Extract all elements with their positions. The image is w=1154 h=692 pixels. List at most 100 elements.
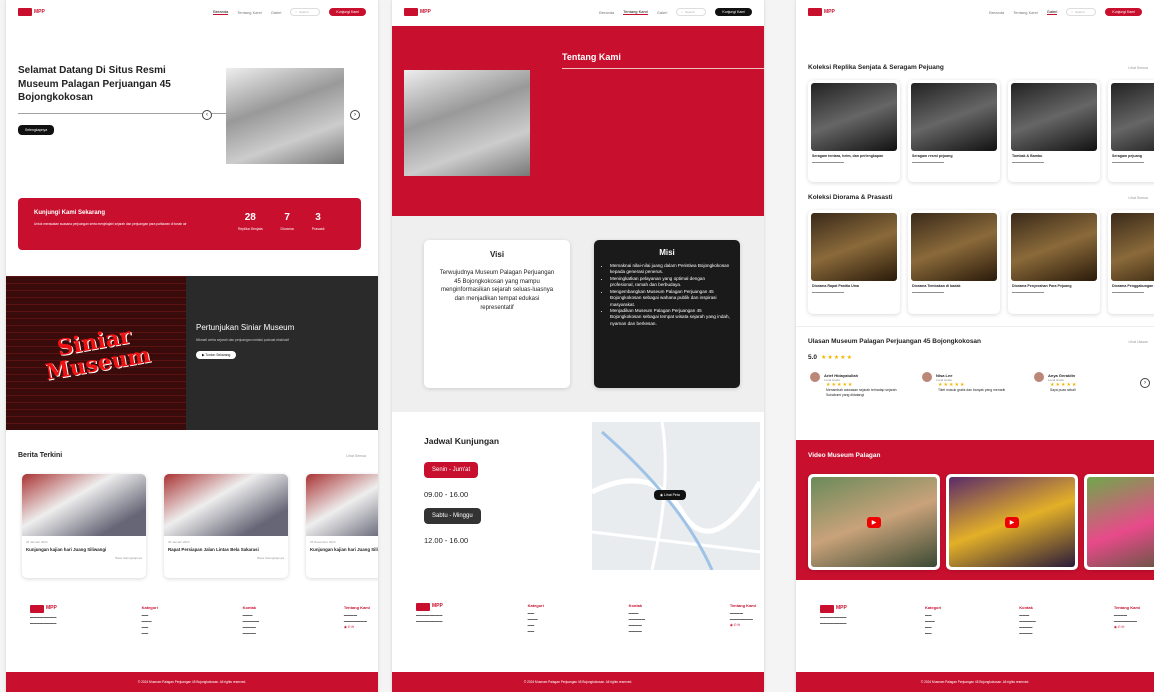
collection-card[interactable]: Seragam tentara, helm, dan perlengkapan ▬… — [808, 80, 900, 182]
hero-title: Selamat Datang Di Situs Resmi Museum Pal… — [18, 65, 171, 103]
news-card[interactable]: 25 Januari 2024 Rapat Persiapan Jalan Lin… — [164, 474, 288, 578]
diorama-card[interactable]: Diorama Tembakan di badak ▬▬▬▬▬▬▬▬▬▬ — [908, 210, 1000, 314]
collection-image — [911, 83, 997, 151]
footer-copyright: © 2024 Museum Palagan Perjuangan 45 Bojo… — [392, 672, 764, 692]
about-text: ▬▬▬▬▬▬▬▬▬▬▬▬▬▬▬▬▬▬▬▬▬▬▬▬▬▬▬▬▬▬▬▬▬▬▬▬▬▬▬▬… — [562, 66, 764, 70]
podcast-badge: Siniar Museum — [43, 322, 153, 386]
diorama-name: Diorama Penggabungan — [1112, 284, 1154, 288]
collection-image — [811, 83, 897, 151]
news-read-more[interactable]: Baca Selengkapnya — [168, 556, 284, 560]
navbar: MPP Beranda Tentang Kami Galeri ⌕ Search … — [6, 0, 378, 24]
diorama-image — [811, 213, 897, 281]
review-text: Tiket masuk gratis dan banyak yang menar… — [938, 388, 1006, 392]
podcast-section: Siniar Museum Pertunjukan Siniar Museum … — [6, 276, 378, 430]
footer-col2-title: Kontak — [242, 605, 257, 610]
play-icon[interactable]: ▶ — [1004, 516, 1020, 528]
diorama-more-link[interactable]: Lihat Semua — [1128, 196, 1148, 200]
diorama-card[interactable]: Diorama Penggabungan ▬▬▬▬▬▬▬▬▬▬ — [1108, 210, 1154, 314]
diorama-card[interactable]: Diorama Penyerahan Para Pejuang ▬▬▬▬▬▬▬▬▬… — [1008, 210, 1100, 314]
footer-col3-title: Tentang Kami — [343, 605, 370, 610]
site-logo[interactable]: MPP — [808, 8, 835, 16]
stat-item: 28 Replika Senjata — [238, 212, 263, 231]
footer-col2-title: Kontak — [628, 603, 643, 608]
weapons-title: Koleksi Replika Senjata & Seragam Pejuan… — [808, 64, 944, 71]
footer-brand: MPP ▬▬▬▬▬▬▬▬ ▬▬▬▬▬▬▬▬ — [416, 602, 443, 623]
nav-galeri[interactable]: Galeri — [657, 10, 668, 15]
stat-label: Replika Senjata — [238, 227, 263, 231]
video-card[interactable] — [1084, 474, 1154, 570]
footer-brand: MPP ▬▬▬▬▬▬▬▬ ▬▬▬▬▬▬▬▬ — [820, 604, 847, 625]
weekday-hours: 09.00 - 16.00 — [424, 490, 469, 499]
diorama-desc: ▬▬▬▬▬▬▬▬▬▬ — [912, 290, 944, 294]
video-card[interactable]: ▶ — [946, 474, 1078, 570]
visit-button[interactable]: Kunjungi Kami — [715, 8, 752, 16]
schedule-title: Jadwal Kunjungan — [424, 436, 500, 446]
rating-value: 5.0 — [808, 354, 818, 361]
avatar — [1034, 372, 1044, 382]
reviews-next-icon[interactable]: › — [1140, 378, 1150, 388]
play-icon[interactable]: ▶ — [866, 516, 882, 528]
visit-banner: Kunjungi Kami Sekarang Untuk merasakan s… — [18, 198, 361, 250]
collection-card[interactable]: Seragam resmi pejuang ▬▬▬▬▬▬▬▬▬▬ — [908, 80, 1000, 182]
nav-beranda[interactable]: Beranda — [599, 10, 614, 15]
search-input[interactable]: ⌕ Search — [676, 8, 707, 16]
podcast-image: Siniar Museum — [6, 276, 186, 430]
stat-number: 3 — [315, 212, 321, 223]
podcast-button[interactable]: ▶ Tonton Sekarang — [196, 350, 237, 359]
hero-description: ▬▬▬▬▬▬▬▬▬▬▬▬▬▬▬▬▬▬▬▬▬▬▬▬▬▬▬▬▬▬▬▬▬▬▬▬▬▬▬▬… — [18, 110, 276, 115]
carousel-prev-icon[interactable]: ‹ — [202, 110, 212, 120]
news-read-more[interactable]: Baca Selengkapnya — [26, 556, 142, 560]
search-input[interactable]: ⌕ Search — [1066, 8, 1097, 16]
visi-card: Visi Terwujudnya Museum Palagan Perjuang… — [424, 240, 570, 388]
collection-desc: ▬▬▬▬▬▬▬▬▬▬ — [812, 160, 844, 164]
hero-more-button[interactable]: Selengkapnya — [18, 124, 55, 135]
video-card[interactable]: ▶ — [808, 474, 940, 570]
diorama-image — [911, 213, 997, 281]
review-card: Anya Geraldin Local Guide ★★★★★ Saya puas s… — [1034, 372, 1134, 393]
collection-card[interactable]: Tombak & Bambu ▬▬▬▬▬▬▬▬▬▬ — [1008, 80, 1100, 182]
nav-beranda[interactable]: Beranda — [213, 9, 229, 15]
stat-label: Diorama — [280, 227, 294, 231]
nav-galeri[interactable]: Galeri — [271, 10, 282, 15]
nav-tentang[interactable]: Tentang Kami — [623, 9, 648, 15]
site-logo[interactable]: MPP — [404, 8, 431, 16]
news-card[interactable]: 25 Desember 2023 Kunjungan kajian hari Ju… — [306, 474, 378, 578]
reviews-more-link[interactable]: Lihat Ulasan — [1129, 340, 1148, 344]
nav-tentang[interactable]: Tentang Kami — [237, 10, 261, 15]
nav-beranda[interactable]: Beranda — [989, 10, 1004, 15]
collection-image — [1111, 83, 1154, 151]
footer-brand: MPP ▬▬▬▬▬▬▬▬ ▬▬▬▬▬▬▬▬ — [30, 604, 57, 625]
review-text: Saya puas sekali — [1050, 388, 1076, 392]
weapons-more-link[interactable]: Lihat Semua — [1128, 66, 1148, 70]
misi-title: Misi — [659, 248, 675, 257]
video-section: Video Museum Palagan ▶ ▶ — [796, 440, 1154, 580]
about-image — [404, 70, 530, 176]
avatar — [810, 372, 820, 382]
diorama-name: Diorama Rapat Panitia Uma — [812, 284, 859, 288]
misi-list: Memaknai nilai-nilai juang dalam Peristi… — [604, 263, 730, 327]
stat-item: 7 Diorama — [281, 212, 294, 231]
map-button[interactable]: ◉ Lihat Peta — [654, 490, 686, 500]
search-input[interactable]: ⌕ Search — [290, 8, 321, 16]
diorama-card[interactable]: Diorama Rapat Panitia Uma ▬▬▬▬▬▬▬▬▬▬ — [808, 210, 900, 314]
visit-button[interactable]: Kunjungi Kami — [329, 8, 366, 16]
diorama-desc: ▬▬▬▬▬▬▬▬▬▬ — [1112, 290, 1144, 294]
nav-tentang[interactable]: Tentang Kami — [1013, 10, 1037, 15]
carousel-next-icon[interactable]: › — [350, 110, 360, 120]
news-more-link[interactable]: Lihat Semua — [346, 454, 366, 458]
news-card[interactable]: 25 Januari 2024 Kunjungan kajian hari Jua… — [22, 474, 146, 578]
weekend-badge: Sabtu - Minggu — [424, 508, 481, 524]
reviewer-role: Local Guide — [824, 377, 841, 382]
misi-item: Mengembangkan Museum Palagan Perjuangan … — [610, 289, 730, 308]
news-image — [22, 474, 146, 536]
page-gallery: MPP Beranda Tentang Kami Galeri ⌕ Search … — [796, 0, 1154, 692]
page-about: MPP Beranda Tentang Kami Galeri ⌕ Search … — [392, 0, 764, 692]
location-map[interactable]: ◉ Lihat Peta — [592, 422, 760, 570]
review-text: Menambah wawasan sejarah terhadap sejara… — [826, 388, 897, 397]
nav-galeri[interactable]: Galeri — [1046, 9, 1058, 15]
site-logo[interactable]: MPP — [18, 8, 45, 16]
collection-card[interactable]: Seragam pejuang ▬▬▬▬▬▬▬▬▬▬ — [1108, 80, 1154, 182]
visit-button[interactable]: Kunjungi Kami — [1105, 8, 1142, 16]
reviewer-name: Arief Hidayatullah — [824, 372, 859, 378]
about-title: Tentang Kami — [562, 52, 621, 62]
